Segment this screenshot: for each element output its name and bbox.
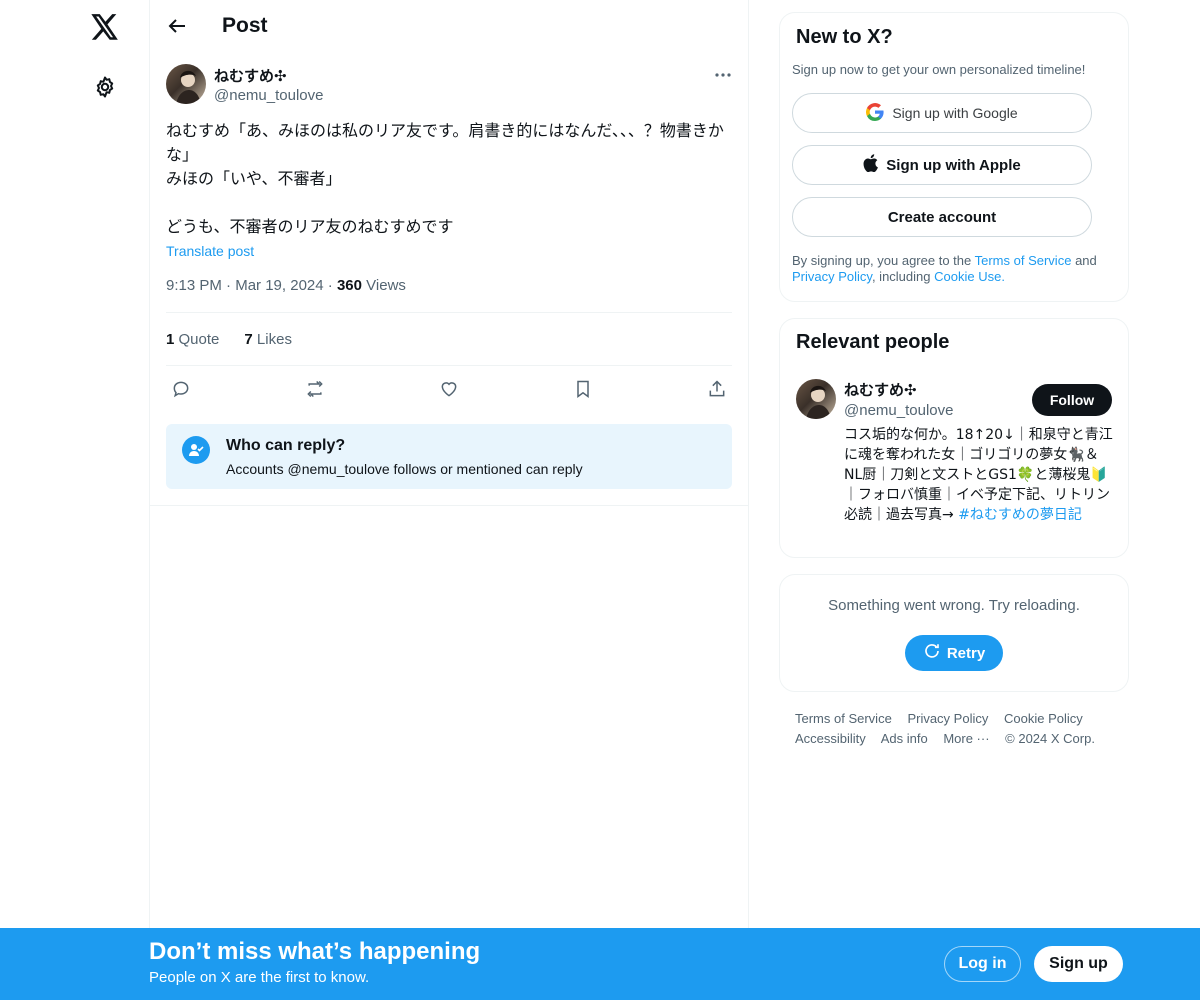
signup-legal-text: By signing up, you agree to the Terms of… xyxy=(792,253,1122,285)
footer-link-cookie[interactable]: Cookie Policy xyxy=(1004,711,1083,726)
retry-button[interactable]: Retry xyxy=(905,635,1003,671)
privacy-link[interactable]: Privacy Policy xyxy=(792,269,872,284)
quotes-label: Quote xyxy=(178,331,220,348)
footer-copyright: © 2024 X Corp. xyxy=(1005,731,1095,746)
create-account-label: Create account xyxy=(887,208,997,226)
legal-prefix: By signing up, you agree to the xyxy=(792,253,972,268)
left-nav xyxy=(0,0,150,928)
cookie-link[interactable]: Cookie Use. xyxy=(934,269,1005,284)
signup-apple-button[interactable]: Sign up with Apple xyxy=(792,145,1092,185)
follow-button[interactable]: Follow xyxy=(1032,384,1112,416)
repost-icon[interactable] xyxy=(300,374,330,404)
reply-restriction-icon xyxy=(182,436,210,464)
signup-google-label: Sign up with Google xyxy=(892,105,1018,121)
post-text: ねむすめ「あ、みほのは私のリア友です。肩書き的にはなんだ、、、？物書きかな」 み… xyxy=(166,121,724,236)
meta-separator: · xyxy=(226,277,236,294)
legal-and: and xyxy=(1075,253,1097,268)
login-button[interactable]: Log in xyxy=(944,946,1021,982)
bio-hashtag-link[interactable]: #ねむすめの夢日記 xyxy=(958,507,1082,523)
back-arrow-icon[interactable] xyxy=(164,13,190,39)
share-icon[interactable] xyxy=(702,374,732,404)
views-count: 360 xyxy=(336,277,362,294)
quotes-count: 1 xyxy=(166,331,175,348)
header-bar: Post xyxy=(150,0,748,53)
post-time[interactable]: 9:13 PM xyxy=(166,277,222,294)
refresh-icon xyxy=(923,642,941,664)
x-logo-icon[interactable] xyxy=(89,11,121,43)
page-title: Post xyxy=(222,14,268,37)
translate-post-link[interactable]: Translate post xyxy=(166,243,254,259)
bottom-bar-subtitle: People on X are the first to know. xyxy=(149,969,370,986)
divider xyxy=(150,505,748,506)
bottom-bar-title: Don’t miss what’s happening xyxy=(149,938,481,965)
google-icon xyxy=(866,102,884,124)
footer-links: Terms of Service Privacy Policy Cookie P… xyxy=(795,709,1125,749)
avatar[interactable] xyxy=(166,64,206,104)
legal-including: , including xyxy=(871,269,931,284)
signup-card-subtitle: Sign up now to get your own personalized… xyxy=(792,62,1086,77)
main-column: Post ねむすめ✣ @nemu_toulove ねむすめ「あ、みほのは私のリア… xyxy=(149,0,749,928)
bottom-signup-bar: Don’t miss what’s happening People on X … xyxy=(0,928,1200,1000)
footer-link-ads[interactable]: Ads info xyxy=(881,731,928,746)
footer-link-terms[interactable]: Terms of Service xyxy=(795,711,892,726)
footer-link-more[interactable]: More ··· xyxy=(943,731,989,746)
signup-apple-label: Sign up with Apple xyxy=(886,156,1021,174)
likes-label: Likes xyxy=(256,331,292,348)
likes-count: 7 xyxy=(244,331,253,348)
relevant-person-handle[interactable]: @nemu_toulove xyxy=(844,402,953,419)
author-name[interactable]: ねむすめ✣ xyxy=(214,65,287,86)
terms-link[interactable]: Terms of Service xyxy=(975,253,1072,268)
reply-restriction-box: Who can reply? Accounts @nemu_toulove fo… xyxy=(166,424,732,489)
relevant-person-name[interactable]: ねむすめ✣ xyxy=(844,379,917,400)
footer-link-accessibility[interactable]: Accessibility xyxy=(795,731,866,746)
divider xyxy=(166,365,732,366)
reply-icon[interactable] xyxy=(166,374,196,404)
signup-card-title: New to X? xyxy=(796,26,893,48)
action-bar xyxy=(166,374,734,404)
signup-button[interactable]: Sign up xyxy=(1034,946,1123,982)
apple-icon xyxy=(863,154,879,176)
error-message: Something went wrong. Try reloading. xyxy=(828,597,1080,614)
post-date[interactable]: Mar 19, 2024 xyxy=(235,277,323,294)
relevant-people-title: Relevant people xyxy=(796,331,950,353)
bookmark-icon[interactable] xyxy=(568,374,598,404)
reply-restriction-subtitle: Accounts @nemu_toulove follows or mentio… xyxy=(226,461,583,477)
like-icon[interactable] xyxy=(434,374,464,404)
meta-separator: · xyxy=(327,277,337,294)
retry-label: Retry xyxy=(946,644,986,662)
error-card: Something went wrong. Try reloading. Ret… xyxy=(779,574,1129,692)
more-options-icon[interactable] xyxy=(710,66,736,84)
relevant-person-bio: コス垢的な何か。18↑20↓｜和泉守と青江に魂を奪われた女｜ゴリゴリの夢女🐈‍⬛… xyxy=(844,425,1114,525)
views-label: Views xyxy=(366,277,406,294)
relevant-people-card: Relevant people ねむすめ✣ @nemu_toulove Foll… xyxy=(779,318,1129,558)
post-stats: 1 Quote 7 Likes xyxy=(166,331,292,348)
reply-restriction-title: Who can reply? xyxy=(226,437,346,454)
avatar[interactable] xyxy=(796,379,836,419)
signup-google-button[interactable]: Sign up with Google xyxy=(792,93,1092,133)
gear-icon[interactable] xyxy=(91,73,119,101)
footer-link-privacy[interactable]: Privacy Policy xyxy=(907,711,988,726)
divider xyxy=(166,312,732,313)
likes-stat[interactable]: 7 Likes xyxy=(244,331,292,348)
post-meta: 9:13 PM · Mar 19, 2024 · 360 Views xyxy=(166,277,406,294)
create-account-button[interactable]: Create account xyxy=(792,197,1092,237)
author-handle[interactable]: @nemu_toulove xyxy=(214,87,323,104)
quotes-stat[interactable]: 1 Quote xyxy=(166,331,219,348)
signup-card: New to X? Sign up now to get your own pe… xyxy=(779,12,1129,302)
